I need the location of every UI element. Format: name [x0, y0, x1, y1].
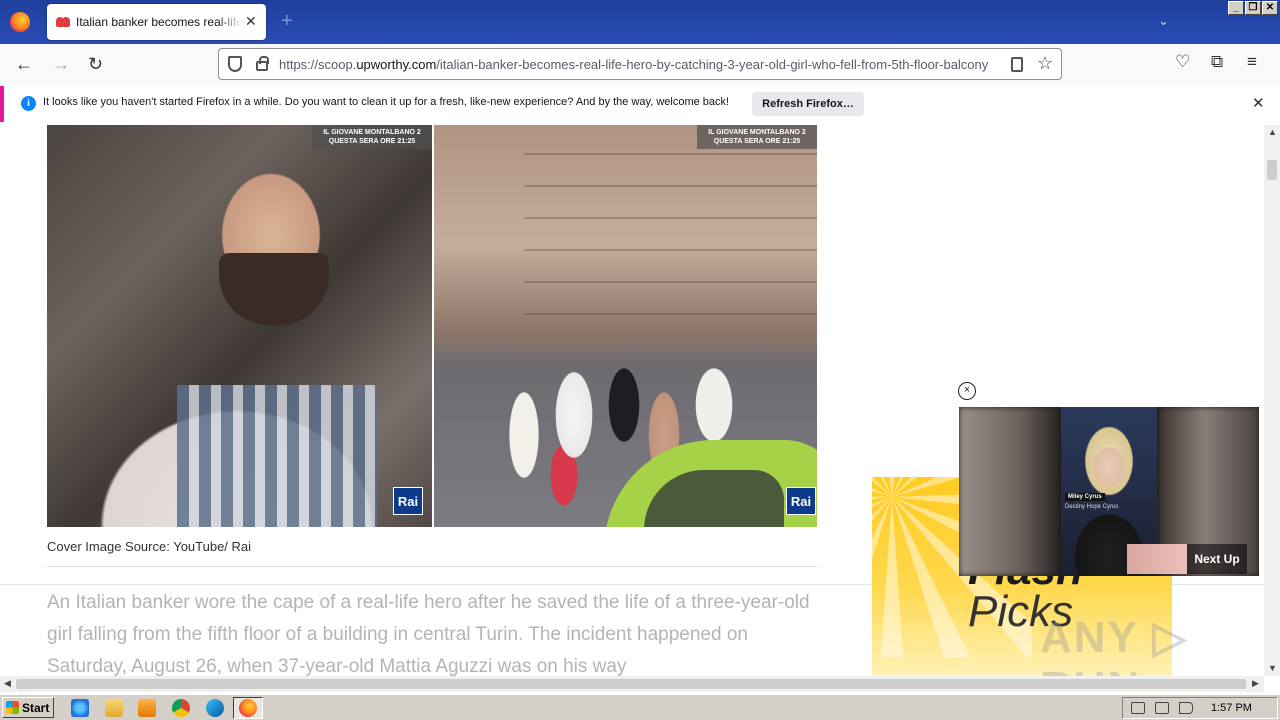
next-up-button[interactable]: Next Up	[1187, 544, 1247, 574]
network-icon[interactable]	[1155, 702, 1169, 714]
anyrun-watermark: ANY ▷ RUN	[1040, 613, 1189, 676]
start-label: Start	[22, 701, 50, 715]
chrome-icon[interactable]	[172, 699, 190, 717]
pocket-icon[interactable]: ♡	[1175, 52, 1190, 72]
rai-logo-right: Rai	[786, 487, 816, 515]
shirt-graphic	[177, 385, 377, 527]
vertical-scrollbar[interactable]: ▲ ▼	[1264, 125, 1280, 676]
scroll-right-arrow-icon[interactable]: ▶	[1252, 678, 1259, 689]
tv-overlay-caption-left: IL GIOVANE MONTALBANO 2 QUESTA SERA ORE …	[312, 125, 432, 149]
divider	[47, 566, 817, 567]
start-button[interactable]: Start	[2, 697, 54, 718]
lock-icon[interactable]	[256, 56, 269, 71]
forward-button[interactable]: →	[52, 54, 70, 75]
tv-overlay-caption-right: IL GIOVANE MONTALBANO 2 QUESTA SERA ORE …	[697, 125, 817, 149]
windows-taskbar: Start 1:57 PM	[0, 694, 1280, 720]
navigation-toolbar: ← → ↻ https://scoop.upworthy.com/italian…	[0, 44, 1280, 84]
action-center-flag-icon[interactable]	[1179, 702, 1193, 714]
scroll-up-arrow-icon[interactable]: ▲	[1268, 127, 1277, 137]
file-explorer-icon[interactable]	[105, 699, 123, 717]
app-menu-icon[interactable]: ≡	[1247, 52, 1257, 72]
floating-video-player[interactable]: Miley Cyrus Destiny Hope Cyrus Next Up	[959, 407, 1259, 576]
building-wall-graphic	[524, 125, 817, 345]
reload-button[interactable]: ↻	[88, 54, 103, 75]
horizontal-scrollbar[interactable]: ◀ ▶	[0, 676, 1264, 692]
refresh-firefox-notification: i It looks like you haven't started Fire…	[0, 86, 1275, 122]
window-close-button[interactable]: ✕	[1262, 1, 1278, 15]
tab-close-icon[interactable]: ✕	[245, 13, 257, 30]
windows-flag-icon	[6, 701, 19, 714]
volume-icon[interactable]	[1131, 702, 1145, 714]
beard-graphic	[219, 253, 329, 325]
media-player-icon[interactable]	[138, 699, 156, 717]
list-all-tabs-button[interactable]: ⌄	[1158, 13, 1169, 29]
firefox-logo-icon[interactable]	[10, 12, 30, 32]
bookmark-star-icon[interactable]: ☆	[1037, 53, 1053, 74]
horizontal-scroll-thumb[interactable]	[16, 679, 1246, 689]
extensions-icon[interactable]: ⧉	[1211, 52, 1223, 72]
internet-explorer-icon[interactable]	[71, 699, 89, 717]
upworthy-favicon-icon	[56, 17, 70, 27]
notification-close-icon[interactable]: ✕	[1252, 94, 1265, 112]
article-body: An Italian banker wore the cape of a rea…	[47, 592, 810, 676]
new-tab-button[interactable]: +	[281, 10, 293, 33]
window-minimize-button[interactable]: _	[1228, 1, 1244, 15]
refresh-firefox-button[interactable]: Refresh Firefox…	[752, 92, 864, 116]
cover-image-left: IL GIOVANE MONTALBANO 2 QUESTA SERA ORE …	[47, 125, 432, 527]
scroll-left-arrow-icon[interactable]: ◀	[4, 678, 11, 689]
image-caption: Cover Image Source: YouTube/ Rai	[47, 539, 252, 554]
info-icon: i	[21, 96, 36, 111]
web-page: IL GIOVANE MONTALBANO 2 QUESTA SERA ORE …	[0, 125, 1264, 676]
vertical-scroll-thumb[interactable]	[1267, 160, 1277, 180]
edge-icon[interactable]	[206, 699, 224, 717]
tab-strip: Italian banker becomes real-life hero ✕ …	[0, 0, 1280, 44]
tracking-protection-shield-icon[interactable]	[228, 56, 242, 72]
window-restore-button[interactable]: ❐	[1245, 1, 1261, 15]
tab-title: Italian banker becomes real-life hero	[76, 15, 242, 29]
system-tray: 1:57 PM	[1122, 697, 1278, 719]
notification-text: It looks like you haven't started Firefo…	[43, 96, 730, 108]
tab-active[interactable]: Italian banker becomes real-life hero ✕	[47, 4, 266, 40]
video-name-tag: Miley Cyrus	[1065, 493, 1105, 501]
scroll-down-arrow-icon[interactable]: ▼	[1268, 663, 1277, 673]
video-close-icon[interactable]: ×	[958, 382, 976, 400]
next-video-thumbnail[interactable]	[1127, 544, 1187, 574]
video-sub-tag: Destiny Hope Cyrus	[1065, 504, 1119, 510]
url-bar[interactable]: https://scoop.upworthy.com/italian-banke…	[218, 48, 1062, 80]
rai-logo-left: Rai	[393, 487, 423, 515]
cover-image-right: IL GIOVANE MONTALBANO 2 QUESTA SERA ORE …	[434, 125, 817, 527]
video-blur-left	[959, 407, 1059, 576]
firefox-taskbar-button[interactable]	[233, 697, 263, 719]
back-button[interactable]: ←	[15, 54, 33, 75]
url-input[interactable]: https://scoop.upworthy.com/italian-banke…	[279, 57, 1001, 72]
reader-view-icon[interactable]	[1011, 57, 1023, 72]
firefox-icon	[239, 699, 257, 717]
taskbar-clock[interactable]: 1:57 PM	[1211, 702, 1252, 714]
